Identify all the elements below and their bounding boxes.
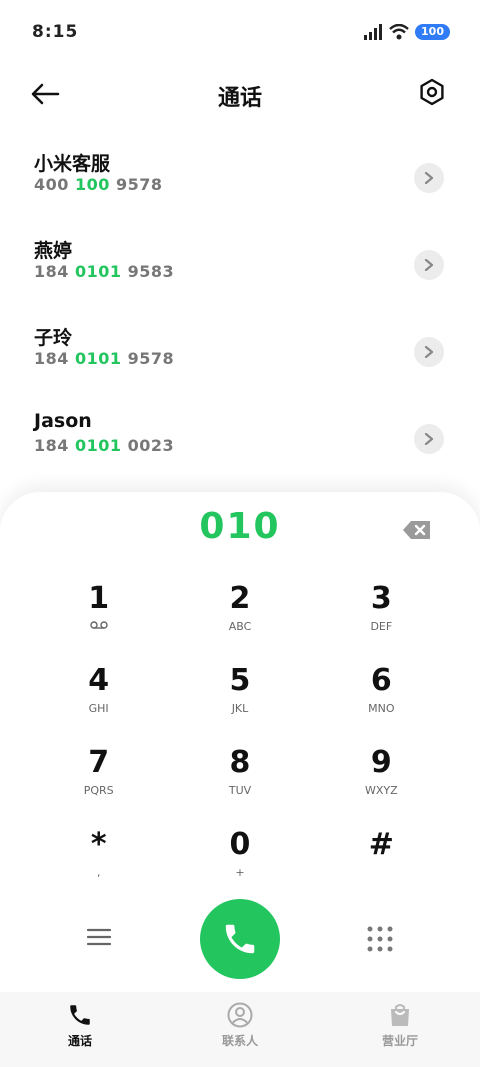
dialpad-icon (367, 926, 393, 952)
key-sub: + (235, 866, 245, 879)
key-digit: 2 (229, 581, 251, 616)
phone-icon (70, 1005, 90, 1025)
chevron-right-icon (424, 172, 434, 184)
keypad: 1 2 ABC 3 DEF 4 GHI 5 JKL 6 MNO 7 PQRS 8… (28, 570, 452, 898)
key-sub: GHI (88, 702, 109, 715)
signal-icon (364, 24, 383, 40)
dialer-action-row (0, 897, 480, 981)
wifi-icon (389, 24, 409, 40)
nav-contacts[interactable]: 联系人 (160, 992, 320, 1067)
dialer-panel: 010 1 2 ABC 3 DEF 4 GHI 5 JKL 6 MNO 7 PQ… (0, 492, 480, 992)
key-3[interactable]: 3 DEF (311, 570, 452, 652)
status-bar: 8:15 100 (0, 0, 480, 64)
contact-name: 子玲 (34, 327, 73, 349)
key-1[interactable]: 1 (28, 570, 169, 652)
nav-label: 通话 (67, 1034, 92, 1048)
key-hash[interactable]: # (311, 816, 452, 898)
key-digit: 8 (229, 745, 251, 780)
chevron-right-icon (424, 259, 434, 271)
key-digit: # (368, 827, 394, 862)
chevron-right-icon (424, 433, 434, 445)
backspace-icon (403, 521, 430, 539)
key-digit: 5 (229, 663, 251, 698)
key-sub: TUV (228, 784, 252, 797)
status-time: 8:15 (32, 22, 79, 42)
contact-row[interactable]: 小米客服 400 100 9578 (0, 135, 480, 222)
key-digit: 1 (88, 581, 110, 616)
contact-detail-button[interactable] (414, 163, 444, 193)
bottom-nav: 通话 联系人 营业厅 (0, 992, 480, 1067)
dialpad-toggle-button[interactable] (366, 925, 394, 953)
key-0[interactable]: 0 + (169, 816, 310, 898)
settings-button[interactable] (418, 78, 450, 110)
menu-icon (86, 928, 112, 946)
backspace-button[interactable] (402, 520, 432, 540)
key-star[interactable]: * , (28, 816, 169, 898)
shopping-bag-icon (391, 1004, 409, 1026)
contact-detail-button[interactable] (414, 250, 444, 280)
nav-calls[interactable]: 通话 (0, 992, 160, 1067)
key-digit: 6 (370, 663, 392, 698)
contact-name: 燕婷 (34, 240, 73, 262)
key-sub (89, 620, 108, 634)
contact-row[interactable]: Jason 184 0101 0023 (0, 396, 480, 483)
key-digit: 7 (88, 745, 110, 780)
key-2[interactable]: 2 ABC (169, 570, 310, 652)
status-icons: 100 (363, 24, 450, 40)
contact-name: Jason (34, 410, 92, 432)
header: 通话 (0, 64, 480, 124)
key-7[interactable]: 7 PQRS (28, 734, 169, 816)
key-sub: WXYZ (364, 784, 398, 797)
nav-label: 联系人 (221, 1034, 258, 1048)
key-sub: ABC (228, 620, 252, 633)
key-digit: 0 (229, 827, 251, 862)
call-button[interactable] (200, 899, 280, 979)
key-sub: , (96, 866, 101, 879)
key-6[interactable]: 6 MNO (311, 652, 452, 734)
voicemail-icon (89, 621, 108, 629)
key-digit: * (90, 827, 107, 862)
nav-service-hall[interactable]: 营业厅 (320, 992, 480, 1067)
menu-button[interactable] (86, 927, 112, 951)
contact-detail-button[interactable] (414, 337, 444, 367)
person-icon (227, 1002, 253, 1028)
key-sub: JKL (231, 702, 249, 715)
page-title: 通话 (217, 86, 262, 111)
key-digit: 4 (88, 663, 110, 698)
contact-name: 小米客服 (34, 153, 111, 175)
key-5[interactable]: 5 JKL (169, 652, 310, 734)
contact-detail-button[interactable] (414, 424, 444, 454)
contact-row[interactable]: 燕婷 184 0101 9583 (0, 222, 480, 309)
battery-indicator: 100 (415, 24, 450, 40)
key-sub: PQRS (83, 784, 114, 797)
contact-list: 小米客服 400 100 9578 燕婷 184 0101 9583 子玲 18… (0, 135, 480, 483)
chevron-right-icon (424, 346, 434, 358)
key-sub: DEF (370, 620, 393, 633)
nav-label: 营业厅 (381, 1034, 418, 1048)
key-9[interactable]: 9 WXYZ (311, 734, 452, 816)
key-digit: 3 (370, 581, 392, 616)
settings-icon (420, 78, 444, 106)
key-sub: MNO (368, 702, 395, 715)
phone-icon (225, 924, 255, 954)
key-digit: 9 (370, 745, 392, 780)
key-8[interactable]: 8 TUV (169, 734, 310, 816)
key-4[interactable]: 4 GHI (28, 652, 169, 734)
contact-row[interactable]: 子玲 184 0101 9578 (0, 309, 480, 396)
